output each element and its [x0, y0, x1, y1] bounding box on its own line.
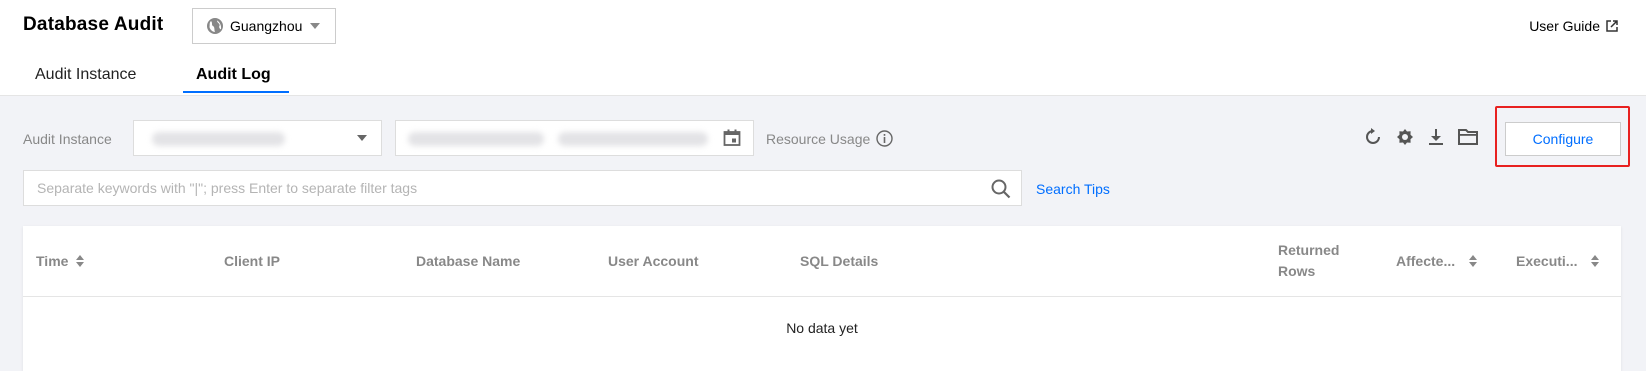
caret-down-icon — [357, 135, 367, 141]
tab-audit-log[interactable]: Audit Log — [196, 66, 271, 84]
globe-icon — [206, 17, 224, 35]
column-header-database-name: Database Name — [416, 252, 521, 269]
search-tips-link[interactable]: Search Tips — [1036, 181, 1110, 197]
region-label: Guangzhou — [230, 18, 303, 34]
redacted-instance-value — [152, 132, 285, 146]
audit-instance-select[interactable] — [133, 120, 382, 156]
calendar-icon — [723, 129, 741, 147]
column-header-client-ip: Client IP — [224, 252, 281, 269]
region-selector[interactable]: Guangzhou — [192, 8, 336, 44]
sort-icon[interactable] — [1591, 255, 1600, 267]
redacted-end-time — [558, 132, 708, 146]
search-input[interactable] — [24, 171, 990, 205]
download-icon[interactable] — [1428, 128, 1444, 146]
redacted-start-time — [408, 132, 544, 146]
column-header-time[interactable]: Time — [36, 226, 85, 296]
user-guide-link[interactable]: User Guide — [1529, 18, 1618, 34]
top-header: Database Audit Guangzhou User Guide Audi… — [0, 0, 1646, 96]
tab-audit-instance[interactable]: Audit Instance — [35, 66, 136, 84]
resource-usage: Resource Usage — [766, 130, 893, 147]
settings-icon[interactable] — [1396, 128, 1414, 146]
audit-log-table: Time Client IP Database Name User Accoun… — [23, 226, 1621, 371]
empty-state-text: No data yet — [786, 320, 858, 336]
active-tab-indicator — [183, 91, 289, 93]
app-title: Database Audit — [23, 14, 164, 35]
column-header-affected-rows[interactable]: Affecte... — [1396, 226, 1478, 296]
external-link-icon — [1606, 20, 1618, 32]
search-box[interactable] — [23, 170, 1022, 206]
sort-icon[interactable] — [1469, 255, 1478, 267]
sort-icon[interactable] — [76, 255, 85, 267]
folder-icon[interactable] — [1458, 128, 1478, 146]
user-guide-label: User Guide — [1529, 18, 1600, 34]
column-header-execution-time[interactable]: Executi... — [1516, 226, 1600, 296]
refresh-icon[interactable] — [1365, 128, 1381, 146]
highlight-annotation-box — [1495, 106, 1630, 167]
table-header: Time Client IP Database Name User Accoun… — [23, 226, 1621, 297]
resource-usage-label: Resource Usage — [766, 130, 871, 147]
column-header-sql-details: SQL Details — [800, 252, 879, 269]
column-header-user-account: User Account — [608, 252, 699, 269]
column-header-returned-rows: Returned Rows — [1278, 242, 1340, 279]
audit-instance-filter-label: Audit Instance — [23, 131, 112, 147]
caret-down-icon — [310, 23, 321, 29]
date-range-picker[interactable] — [395, 120, 754, 156]
info-icon[interactable] — [876, 130, 893, 147]
search-icon[interactable] — [991, 179, 1011, 199]
